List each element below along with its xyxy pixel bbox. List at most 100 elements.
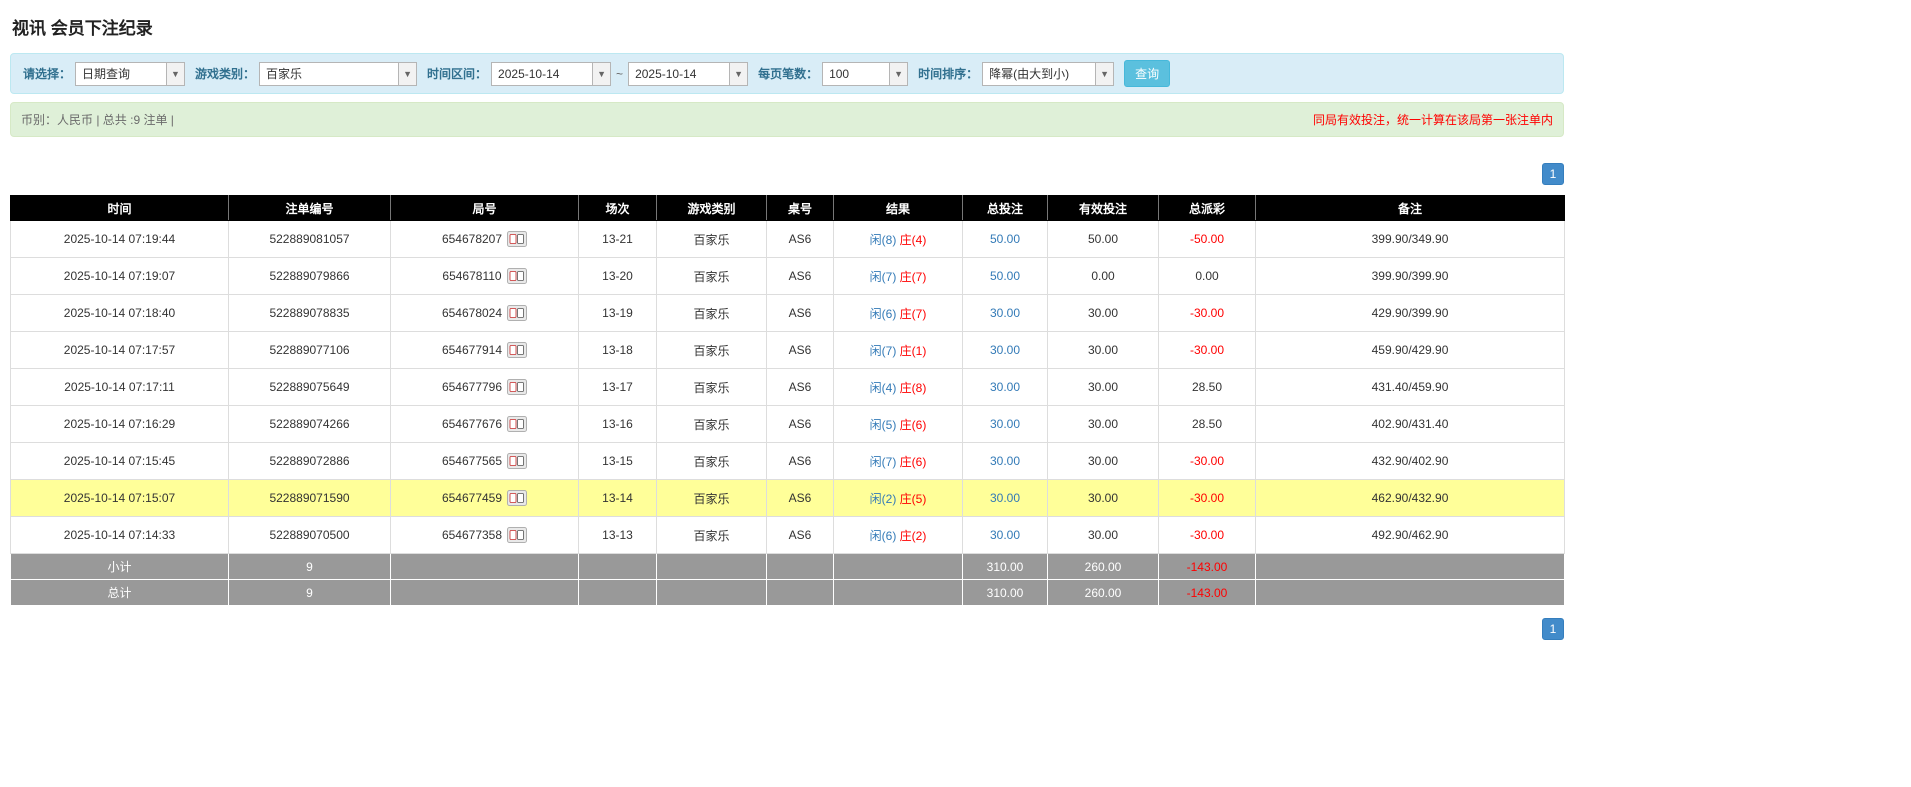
table-body: 2025-10-14 07:19:44522889081057654678207… [11,221,1565,554]
cell-table-no: AS6 [767,295,834,332]
table-row: 2025-10-14 07:14:33522889070500654677358… [11,517,1565,554]
total-valid-bet: 260.00 [1048,580,1159,606]
chevron-down-icon[interactable]: ▼ [729,63,747,85]
chevron-down-icon[interactable]: ▼ [166,63,184,85]
cell-payout: 28.50 [1159,406,1256,443]
cell-round: 654677676 [391,406,579,443]
header-round: 局号 [391,196,579,221]
cell-payout: -30.00 [1159,295,1256,332]
round-result-icon[interactable] [507,490,527,506]
cell-bet-id: 522889075649 [229,369,391,406]
table-row: 2025-10-14 07:17:11522889075649654677796… [11,369,1565,406]
round-result-icon[interactable] [507,453,527,469]
query-type-select[interactable]: 日期查询 ▼ [75,62,185,86]
date-from-input[interactable]: 2025-10-14 ▼ [491,62,611,86]
search-button[interactable]: 查询 [1124,60,1170,87]
cell-note: 429.90/399.90 [1256,295,1565,332]
page-1-button[interactable]: 1 [1542,618,1564,640]
cell-bet-id: 522889079866 [229,258,391,295]
cell-total-bet: 50.00 [963,258,1048,295]
cell-payout: -30.00 [1159,332,1256,369]
round-number: 654677358 [442,528,502,542]
cell-round: 654677358 [391,517,579,554]
result-banker: 庄(1) [900,344,927,358]
round-number: 654677459 [442,491,502,505]
cell-result: 闲(7) 庄(1) [834,332,963,369]
round-result-icon[interactable] [507,342,527,358]
total-bet-link[interactable]: 30.00 [990,417,1020,431]
total-payout: -143.00 [1159,580,1256,606]
total-bet-link[interactable]: 30.00 [990,380,1020,394]
table-header-row: 时间 注单编号 局号 场次 游戏类别 桌号 结果 总投注 有效投注 总派彩 备注 [11,196,1565,221]
header-payout: 总派彩 [1159,196,1256,221]
date-to-input[interactable]: 2025-10-14 ▼ [628,62,748,86]
round-number: 654677565 [442,454,502,468]
cell-bet-id: 522889077106 [229,332,391,369]
round-result-icon[interactable] [507,379,527,395]
subtotal-payout: -143.00 [1159,554,1256,580]
chevron-down-icon[interactable]: ▼ [889,63,907,85]
chevron-down-icon[interactable]: ▼ [398,63,416,85]
sort-order-select[interactable]: 降幂(由大到小) ▼ [982,62,1114,86]
cell-game-type: 百家乐 [657,369,767,406]
cell-bet-id: 522889070500 [229,517,391,554]
total-bet-link[interactable]: 30.00 [990,306,1020,320]
round-result-icon[interactable] [507,268,527,284]
cell-payout: 0.00 [1159,258,1256,295]
round-result-icon[interactable] [507,527,527,543]
cell-game-type: 百家乐 [657,258,767,295]
cell-valid-bet: 30.00 [1048,369,1159,406]
pagination-bottom: 1 [10,618,1564,640]
total-bet-link[interactable]: 50.00 [990,269,1020,283]
result-player: 闲(2) [870,492,897,506]
cell-result: 闲(6) 庄(7) [834,295,963,332]
total-bet-link[interactable]: 30.00 [990,528,1020,542]
total-row: 总计 9 310.00 260.00 -143.00 [11,580,1565,606]
result-banker: 庄(6) [900,455,927,469]
cell-total-bet: 30.00 [963,295,1048,332]
cell-table-no: AS6 [767,443,834,480]
result-banker: 庄(6) [900,418,927,432]
result-player: 闲(4) [870,381,897,395]
page: 视讯 会员下注纪录 请选择： 日期查询 ▼ 游戏类别： 百家乐 ▼ 时间区间： … [0,0,1574,668]
round-result-icon[interactable] [507,231,527,247]
round-result-icon[interactable] [507,305,527,321]
cell-round: 654678024 [391,295,579,332]
table-row: 2025-10-14 07:15:07522889071590654677459… [11,480,1565,517]
total-bet-link[interactable]: 50.00 [990,232,1020,246]
page-size-select[interactable]: 100 ▼ [822,62,908,86]
game-type-select[interactable]: 百家乐 ▼ [259,62,417,86]
total-bet-link[interactable]: 30.00 [990,343,1020,357]
cell-table-no: AS6 [767,369,834,406]
header-table-no: 桌号 [767,196,834,221]
cell-payout: -30.00 [1159,443,1256,480]
cell-valid-bet: 30.00 [1048,295,1159,332]
cell-game-type: 百家乐 [657,221,767,258]
date-range-tilde: ~ [616,67,623,81]
page-size-value: 100 [823,63,889,85]
total-bet-link[interactable]: 30.00 [990,491,1020,505]
cell-round: 654678207 [391,221,579,258]
page-1-button[interactable]: 1 [1542,163,1564,185]
cell-valid-bet: 30.00 [1048,443,1159,480]
total-total-bet: 310.00 [963,580,1048,606]
round-result-icon[interactable] [507,416,527,432]
subtotal-row: 小计 9 310.00 260.00 -143.00 [11,554,1565,580]
chevron-down-icon[interactable]: ▼ [592,63,610,85]
cell-valid-bet: 30.00 [1048,480,1159,517]
result-banker: 庄(2) [900,529,927,543]
total-bet-link[interactable]: 30.00 [990,454,1020,468]
result-banker: 庄(7) [900,270,927,284]
cell-round: 654677796 [391,369,579,406]
round-number: 654677914 [442,343,502,357]
subtotal-label: 小计 [11,554,229,580]
cell-game-type: 百家乐 [657,295,767,332]
header-game-type: 游戏类别 [657,196,767,221]
header-bet-id: 注单编号 [229,196,391,221]
chevron-down-icon[interactable]: ▼ [1095,63,1113,85]
cell-valid-bet: 0.00 [1048,258,1159,295]
cell-result: 闲(2) 庄(5) [834,480,963,517]
cell-note: 432.90/402.90 [1256,443,1565,480]
cell-table-no: AS6 [767,332,834,369]
table-row: 2025-10-14 07:19:44522889081057654678207… [11,221,1565,258]
